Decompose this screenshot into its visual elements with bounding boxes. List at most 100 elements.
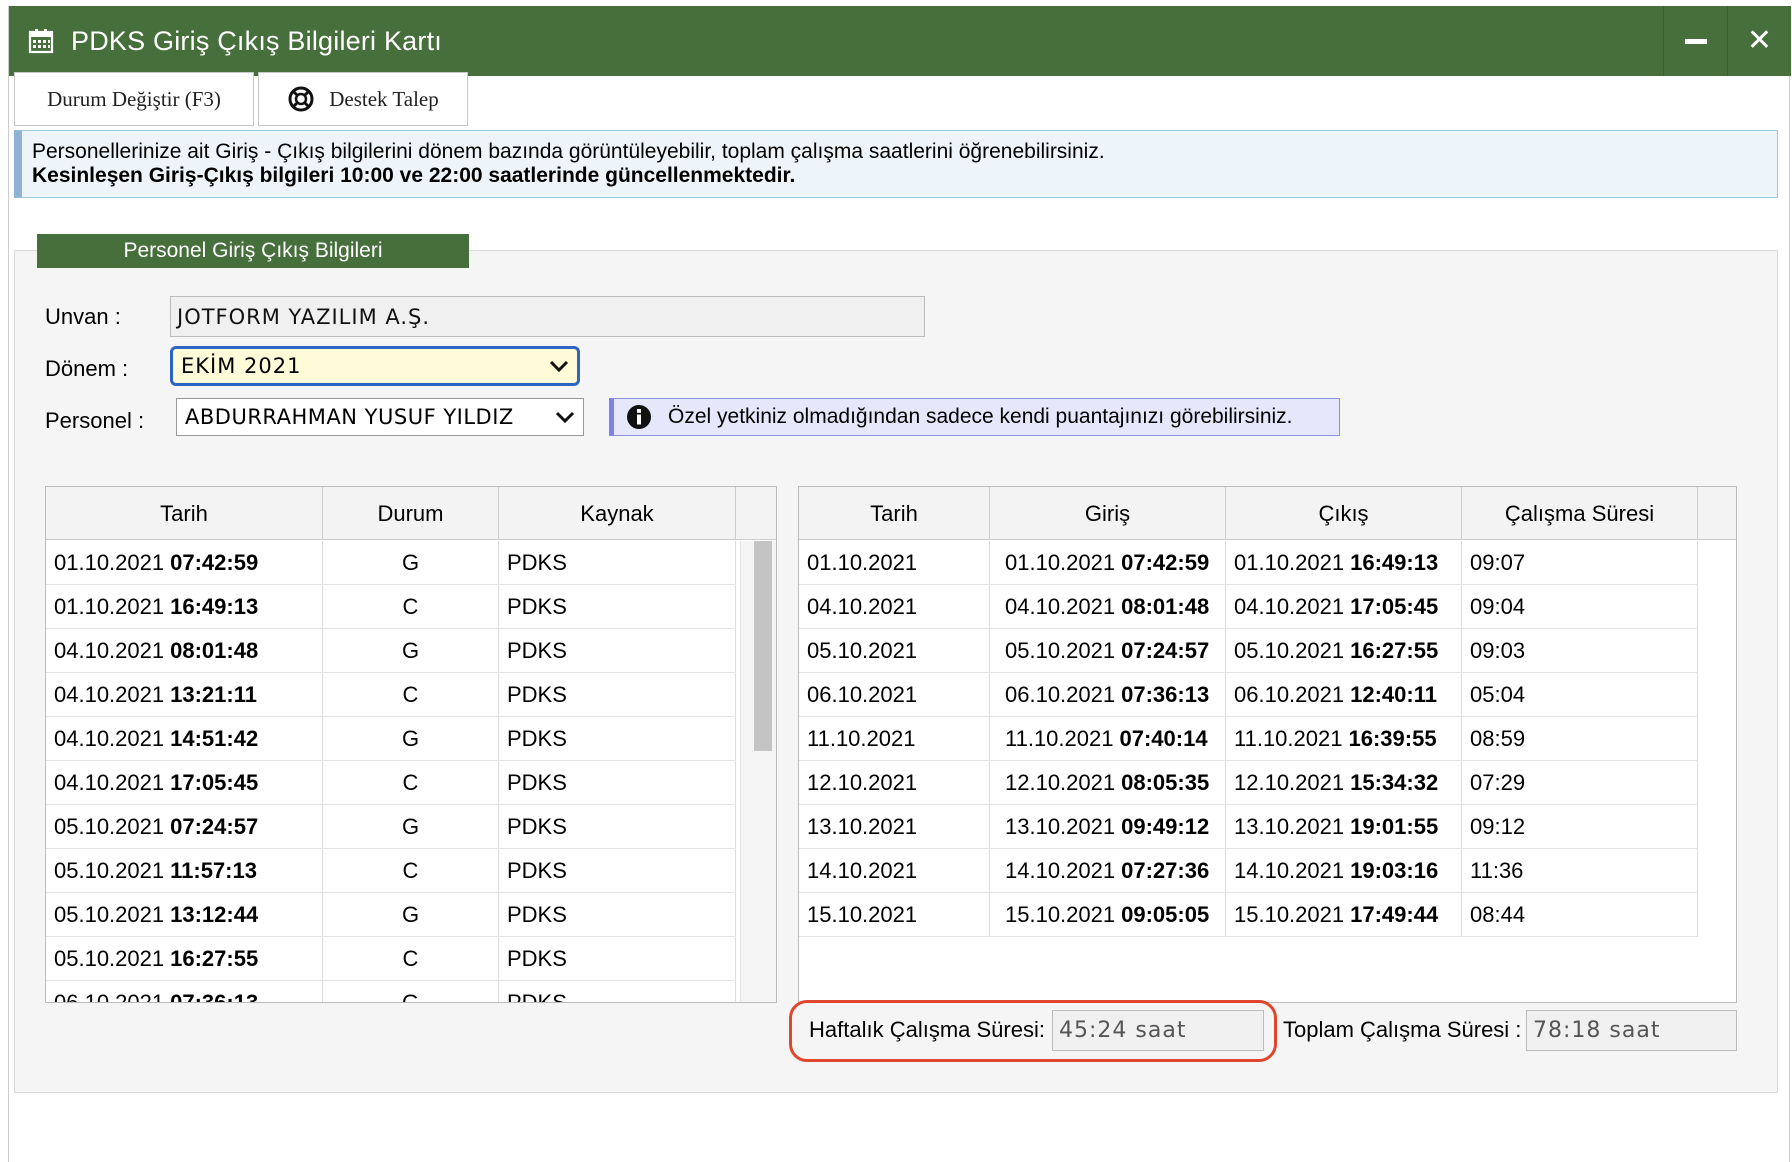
cell-cikis: 06.10.2021 12:40:11 <box>1226 673 1462 716</box>
cell-giris-date: 01.10.2021 <box>1005 549 1116 575</box>
table-row[interactable]: 05.10.2021 13:12:44 G PDKS <box>46 893 736 937</box>
scrollbar-thumb[interactable] <box>754 541 772 751</box>
cell-giris-time: 08:05:35 <box>1121 769 1210 795</box>
cell-time: 11:57:13 <box>170 857 257 883</box>
table-row[interactable]: 05.10.2021 07:24:57 G PDKS <box>46 805 736 849</box>
cell-tarih: 04.10.2021 17:05:45 <box>46 761 323 804</box>
cell-cikis: 11.10.2021 16:39:55 <box>1226 717 1462 760</box>
cell-durum: G <box>323 805 499 848</box>
window-title: PDKS Giriş Çıkış Bilgileri Kartı <box>71 25 442 56</box>
table-row[interactable]: 04.10.2021 17:05:45 C PDKS <box>46 761 736 805</box>
table-row[interactable]: 01.10.2021 07:42:59 G PDKS <box>46 541 736 585</box>
cell-cikis-date: 11.10.2021 <box>1234 725 1343 751</box>
cell-tarih: 05.10.2021 07:24:57 <box>46 805 323 848</box>
col-header-spacer <box>1698 487 1736 540</box>
table-row[interactable]: 05.10.2021 05.10.2021 07:24:57 05.10.2021 16… <box>799 629 1698 673</box>
cell-tarih: 04.10.2021 14:51:42 <box>46 717 323 760</box>
weekly-total-field: 45:24 saat <box>1052 1010 1264 1051</box>
cell-giris: 13.10.2021 09:49:12 <box>990 805 1226 848</box>
cell-giris-date: 14.10.2021 <box>1005 857 1116 883</box>
cell-kaynak: PDKS <box>499 629 736 672</box>
cell-calisma-suresi: 08:59 <box>1462 717 1698 760</box>
cell-giris-time: 07:27:36 <box>1121 857 1210 883</box>
cell-giris: 12.10.2021 08:05:35 <box>990 761 1226 804</box>
cell-giris-time: 07:24:57 <box>1121 637 1210 663</box>
cell-giris-time: 08:01:48 <box>1121 593 1210 619</box>
table-row[interactable]: 05.10.2021 11:57:13 C PDKS <box>46 849 736 893</box>
weekly-total-label: Haftalık Çalışma Süresi: <box>809 1017 1045 1042</box>
panel-tab-title: Personel Giriş Çıkış Bilgileri <box>37 234 469 268</box>
cell-date: 04.10.2021 <box>54 769 165 795</box>
cell-durum: G <box>323 981 499 1002</box>
table-row[interactable]: 04.10.2021 14:51:42 G PDKS <box>46 717 736 761</box>
cell-cikis-date: 15.10.2021 <box>1234 901 1345 927</box>
cell-kaynak: PDKS <box>499 761 736 804</box>
cell-tarih: 15.10.2021 <box>799 893 990 936</box>
personel-select[interactable]: ABDURRAHMAN YUSUF YILDIZ <box>176 398 584 436</box>
col-header-tarih[interactable]: Tarih <box>799 487 990 540</box>
cell-cikis-time: 16:27:55 <box>1350 637 1439 663</box>
cell-kaynak: PDKS <box>499 937 736 980</box>
col-header-giris[interactable]: Giriş <box>990 487 1226 540</box>
cell-cikis-date: 12.10.2021 <box>1234 769 1345 795</box>
cell-giris-time: 07:42:59 <box>1121 549 1210 575</box>
minimize-button[interactable] <box>1663 6 1727 76</box>
cell-cikis-date: 13.10.2021 <box>1234 813 1345 839</box>
cell-cikis-time: 19:03:16 <box>1350 857 1439 883</box>
status-change-button[interactable]: Durum Değiştir (F3) <box>14 72 254 126</box>
col-header-spacer <box>736 487 776 540</box>
unvan-label: Unvan : <box>45 304 121 329</box>
vertical-scrollbar[interactable] <box>740 541 776 1002</box>
table-row[interactable]: 15.10.2021 15.10.2021 09:05:05 15.10.2021 17… <box>799 893 1698 937</box>
cell-giris: 06.10.2021 07:36:13 <box>990 673 1226 716</box>
cell-time: 13:12:44 <box>170 901 259 927</box>
cell-time: 14:51:42 <box>170 725 259 751</box>
table-row[interactable]: 12.10.2021 12.10.2021 08:05:35 12.10.2021 15… <box>799 761 1698 805</box>
table-row[interactable]: 04.10.2021 04.10.2021 08:01:48 04.10.2021 17… <box>799 585 1698 629</box>
table-row[interactable]: 11.10.2021 11.10.2021 07:40:14 11.10.2021 16… <box>799 717 1698 761</box>
table-row[interactable]: 01.10.2021 16:49:13 C PDKS <box>46 585 736 629</box>
cell-date: 04.10.2021 <box>54 681 165 707</box>
table-row[interactable]: 06.10.2021 06.10.2021 07:36:13 06.10.2021 12… <box>799 673 1698 717</box>
table-row[interactable]: 04.10.2021 13:21:11 C PDKS <box>46 673 736 717</box>
daily-summary-grid-header: Tarih Giriş Çıkış Çalışma Süresi <box>799 487 1736 540</box>
personel-value: ABDURRAHMAN YUSUF YILDIZ <box>185 405 514 429</box>
table-row[interactable]: 05.10.2021 16:27:55 C PDKS <box>46 937 736 981</box>
col-header-tarih[interactable]: Tarih <box>46 487 323 540</box>
cell-giris-date: 06.10.2021 <box>1005 681 1116 707</box>
support-request-button[interactable]: Destek Talep <box>258 72 468 126</box>
permission-notice-text: Özel yetkiniz olmadığından sadece kendi … <box>668 405 1293 428</box>
donem-select[interactable]: EKİM 2021 <box>170 346 580 386</box>
cell-cikis-time: 17:49:44 <box>1350 901 1439 927</box>
col-header-durum[interactable]: Durum <box>323 487 499 540</box>
cell-calisma-suresi: 09:04 <box>1462 585 1698 628</box>
total-work-label: Toplam Çalışma Süresi : <box>1283 1017 1522 1042</box>
table-row[interactable]: 13.10.2021 13.10.2021 09:49:12 13.10.2021 19… <box>799 805 1698 849</box>
table-row[interactable]: 01.10.2021 01.10.2021 07:42:59 01.10.2021 16… <box>799 541 1698 585</box>
table-row[interactable]: 14.10.2021 14.10.2021 07:27:36 14.10.2021 19… <box>799 849 1698 893</box>
cell-giris: 05.10.2021 07:24:57 <box>990 629 1226 672</box>
daily-summary-grid-rows: 01.10.2021 01.10.2021 07:42:59 01.10.2021 16… <box>799 541 1698 937</box>
cell-date: 05.10.2021 <box>54 901 165 927</box>
cell-cikis-time: 19:01:55 <box>1350 813 1439 839</box>
cell-calisma-suresi: 11:36 <box>1462 849 1698 892</box>
table-row[interactable]: 04.10.2021 08:01:48 G PDKS <box>46 629 736 673</box>
close-button[interactable]: ✕ <box>1727 6 1791 76</box>
col-header-cikis[interactable]: Çıkış <box>1226 487 1462 540</box>
cell-calisma-suresi: 09:03 <box>1462 629 1698 672</box>
cell-calisma-suresi: 07:29 <box>1462 761 1698 804</box>
table-row[interactable]: 06.10.2021 07:36:13 G PDKS <box>46 981 736 1002</box>
movements-grid-rows: 01.10.2021 07:42:59 G PDKS 01.10.2021 16:49:1… <box>46 541 736 1002</box>
cell-cikis-date: 04.10.2021 <box>1234 593 1345 619</box>
support-request-label: Destek Talep <box>329 86 439 111</box>
cell-durum: G <box>323 893 499 936</box>
cell-calisma-suresi: 05:04 <box>1462 673 1698 716</box>
col-header-kaynak[interactable]: Kaynak <box>499 487 736 540</box>
cell-time: 16:27:55 <box>170 945 259 971</box>
cell-durum: C <box>323 849 499 892</box>
col-header-calisma-suresi[interactable]: Çalışma Süresi <box>1462 487 1698 540</box>
cell-durum: C <box>323 761 499 804</box>
cell-cikis-time: 16:39:55 <box>1348 725 1437 751</box>
unvan-field: JOTFORM YAZILIM A.Ş. <box>170 296 925 337</box>
cell-tarih: 05.10.2021 13:12:44 <box>46 893 323 936</box>
